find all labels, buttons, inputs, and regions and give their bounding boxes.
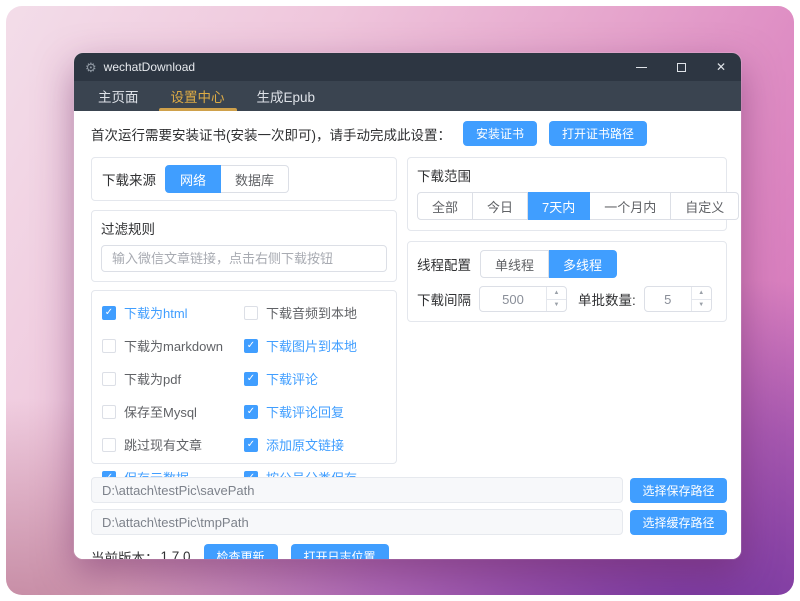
save-path-row: 选择保存路径: [91, 477, 727, 503]
stepper-up-icon[interactable]: ▲: [547, 287, 566, 300]
checkbox-box: [244, 306, 258, 320]
app-icon: ⚙: [85, 61, 97, 74]
checkbox-box: [244, 405, 258, 419]
checkbox-box: [102, 438, 116, 452]
left-column: 下载来源 网络 数据库 过滤规则 下载为html: [91, 157, 397, 464]
download-options-panel: 下载为html 下载音频到本地 下载为markdown 下载图片到本地: [91, 290, 397, 464]
tab-bar: 主页面 设置中心 生成Epub: [74, 81, 741, 111]
checkbox-download-comment-replies[interactable]: 下载评论回复: [244, 402, 386, 421]
thread-config-label: 线程配置: [417, 254, 471, 274]
settings-content: 首次运行需要安装证书(安装一次即可)，请手动完成此设置： 安装证书 打开证书路径…: [74, 111, 741, 559]
download-interval-label: 下载间隔: [417, 289, 471, 309]
checkbox-box: [102, 339, 116, 353]
filter-rules-panel: 过滤规则: [91, 210, 397, 282]
stepper-up-icon[interactable]: ▲: [692, 287, 711, 300]
checkbox-download-audio[interactable]: 下载音频到本地: [244, 303, 386, 322]
window-controls: ✕: [621, 53, 741, 81]
download-source-panel: 下载来源 网络 数据库: [91, 157, 397, 201]
titlebar[interactable]: ⚙ wechatDownload ✕: [74, 53, 741, 81]
thread-mode-row: 线程配置 单线程 多线程: [417, 250, 717, 278]
checkbox-box: [102, 372, 116, 386]
window-title: wechatDownload: [104, 60, 195, 74]
minimize-icon: [636, 67, 647, 68]
source-option-database[interactable]: 数据库: [221, 165, 289, 193]
checkbox-box: [102, 405, 116, 419]
open-log-location-button[interactable]: 打开日志位置: [291, 544, 389, 559]
tab-generate-epub[interactable]: 生成Epub: [241, 81, 332, 111]
download-interval-input[interactable]: 500 ▲ ▼: [479, 286, 567, 312]
thread-option-multi[interactable]: 多线程: [549, 250, 617, 278]
path-settings: 选择保存路径 选择缓存路径: [91, 477, 727, 535]
save-path-input[interactable]: [91, 477, 623, 503]
checkbox-skip-existing[interactable]: 跳过现有文章: [102, 435, 244, 454]
checkbox-box: [244, 372, 258, 386]
checkbox-download-images[interactable]: 下载图片到本地: [244, 336, 386, 355]
tab-main-page[interactable]: 主页面: [82, 81, 155, 111]
download-source-group: 网络 数据库: [165, 165, 289, 193]
article-link-input[interactable]: [101, 245, 387, 272]
checkbox-download-html[interactable]: 下载为html: [102, 303, 244, 322]
install-certificate-button[interactable]: 安装证书: [463, 121, 537, 146]
thread-config-panel: 线程配置 单线程 多线程 下载间隔 500 ▲: [407, 241, 727, 322]
checkbox-download-markdown[interactable]: 下载为markdown: [102, 336, 244, 355]
batch-size-input[interactable]: 5 ▲ ▼: [644, 286, 712, 312]
range-option-custom[interactable]: 自定义: [671, 192, 739, 220]
source-option-network[interactable]: 网络: [165, 165, 221, 193]
current-version-value: 1.7.0: [161, 549, 191, 559]
close-icon: ✕: [716, 61, 726, 73]
download-range-group: 全部 今日 7天内 一个月内 自定义: [417, 192, 739, 220]
checkbox-box: [244, 438, 258, 452]
close-button[interactable]: ✕: [701, 53, 741, 81]
check-update-button[interactable]: 检查更新: [204, 544, 278, 559]
right-column: 下载范围 全部 今日 7天内 一个月内 自定义 线程配置: [407, 157, 727, 464]
checkbox-add-source-link[interactable]: 添加原文链接: [244, 435, 386, 454]
stepper-down-icon[interactable]: ▼: [692, 300, 711, 312]
download-source-label: 下载来源: [102, 169, 156, 189]
choose-cache-path-button[interactable]: 选择缓存路径: [630, 510, 727, 535]
stepper-down-icon[interactable]: ▼: [547, 300, 566, 312]
range-option-today[interactable]: 今日: [473, 192, 528, 220]
download-range-title: 下载范围: [417, 165, 717, 185]
certificate-notice-row: 首次运行需要安装证书(安装一次即可)，请手动完成此设置： 安装证书 打开证书路径: [91, 121, 727, 146]
batch-stepper: ▲ ▼: [691, 287, 711, 311]
cache-path-input[interactable]: [91, 509, 623, 535]
range-option-all[interactable]: 全部: [417, 192, 473, 220]
checkbox-download-comments[interactable]: 下载评论: [244, 369, 386, 388]
batch-size-label: 单批数量:: [578, 289, 636, 309]
app-window: ⚙ wechatDownload ✕ 主页面 设置中心 生成Epub 首次运行需…: [74, 53, 741, 559]
minimize-button[interactable]: [621, 53, 661, 81]
desktop-background: ⚙ wechatDownload ✕ 主页面 设置中心 生成Epub 首次运行需…: [6, 6, 794, 595]
checkbox-box: [244, 339, 258, 353]
range-option-7days[interactable]: 7天内: [528, 192, 590, 220]
settings-grid: 下载来源 网络 数据库 过滤规则 下载为html: [91, 157, 727, 464]
maximize-icon: [677, 63, 686, 72]
version-row: 当前版本： 1.7.0 检查更新 打开日志位置: [91, 544, 727, 559]
maximize-button[interactable]: [661, 53, 701, 81]
tab-settings-center[interactable]: 设置中心: [155, 81, 241, 111]
checkbox-save-mysql[interactable]: 保存至Mysql: [102, 402, 244, 421]
filter-rules-title: 过滤规则: [101, 218, 387, 238]
choose-save-path-button[interactable]: 选择保存路径: [630, 478, 727, 503]
thread-mode-group: 单线程 多线程: [480, 250, 617, 278]
certificate-notice-text: 首次运行需要安装证书(安装一次即可)，请手动完成此设置：: [91, 124, 451, 144]
checkbox-box: [102, 306, 116, 320]
interval-stepper: ▲ ▼: [546, 287, 566, 311]
download-range-panel: 下载范围 全部 今日 7天内 一个月内 自定义: [407, 157, 727, 231]
current-version-label: 当前版本：: [91, 547, 159, 560]
interval-batch-row: 下载间隔 500 ▲ ▼ 单批数量: 5: [417, 286, 717, 312]
open-certificate-path-button[interactable]: 打开证书路径: [549, 121, 647, 146]
checkbox-download-pdf[interactable]: 下载为pdf: [102, 369, 244, 388]
cache-path-row: 选择缓存路径: [91, 509, 727, 535]
range-option-one-month[interactable]: 一个月内: [590, 192, 671, 220]
thread-option-single[interactable]: 单线程: [480, 250, 549, 278]
